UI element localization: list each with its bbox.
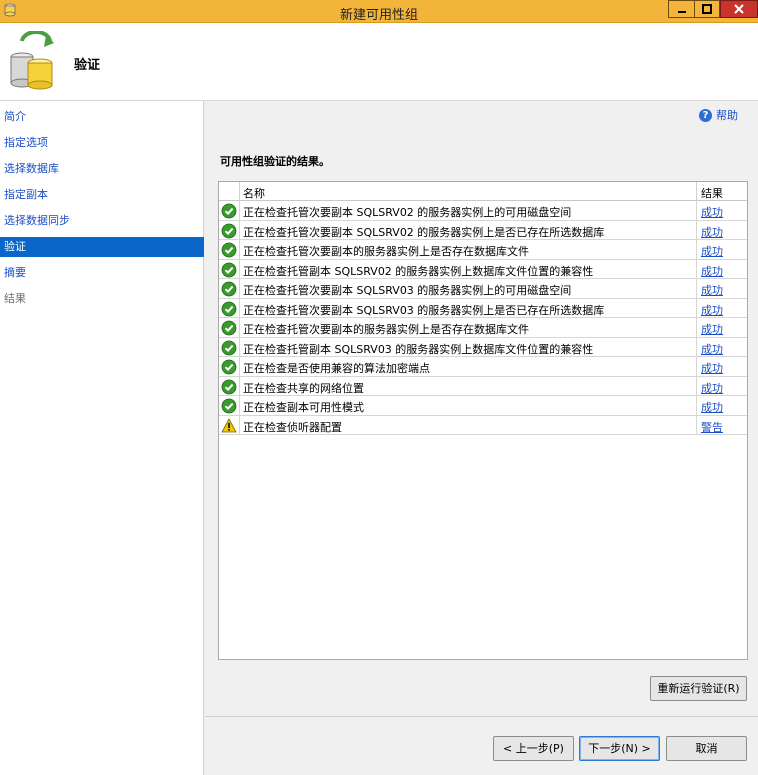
column-header-name[interactable]: 名称 (243, 185, 265, 201)
table-row[interactable]: 正在检查侦听器配置 警告 (219, 415, 747, 435)
check-name: 正在检查托管次要副本 SQLSRV03 的服务器实例上是否已存在所选数据库 (243, 303, 605, 317)
check-name: 正在检查托管次要副本 SQLSRV02 的服务器实例上的可用磁盘空间 (243, 206, 572, 219)
sidebar-item-validation[interactable]: 验证 (0, 237, 204, 257)
check-name: 正在检查托管次要副本 SQLSRV02 的服务器实例上是否已存在所选数据库 (243, 225, 605, 239)
title-bar: 新建可用性组 (0, 0, 758, 23)
result-link[interactable]: 成功 (701, 380, 723, 396)
result-link[interactable]: 成功 (701, 263, 723, 279)
grid-header: 名称 结果 (219, 182, 747, 201)
main-panel: ? 帮助 可用性组验证的结果。 名称 结果 正在检查托管次要副本 SQLSRV0… (205, 101, 758, 775)
column-header-result[interactable]: 结果 (701, 185, 723, 201)
check-name: 正在检查副本可用性模式 (243, 401, 364, 414)
table-row[interactable]: 正在检查托管次要副本 SQLSRV02 的服务器实例上的可用磁盘空间 成功 (219, 201, 747, 221)
check-circle-icon (221, 281, 237, 297)
check-name: 正在检查托管副本 SQLSRV03 的服务器实例上数据库文件位置的兼容性 (243, 342, 594, 356)
table-row[interactable]: 正在检查托管副本 SQLSRV02 的服务器实例上数据库文件位置的兼容性 成功 (219, 259, 747, 279)
database-sync-icon (10, 31, 54, 90)
next-button[interactable]: 下一步(N) > (579, 736, 660, 761)
rerun-validation-button[interactable]: 重新运行验证(R) (650, 676, 747, 701)
wizard-sidebar: 简介 指定选项 选择数据库 指定副本 选择数据同步 验证 摘要 结果 (0, 101, 204, 775)
close-button[interactable] (720, 0, 758, 18)
help-circle-icon: ? (699, 108, 712, 122)
result-link[interactable]: 成功 (701, 204, 723, 220)
result-link[interactable]: 成功 (701, 224, 723, 240)
sidebar-item-results: 结果 (4, 292, 26, 305)
page-title: 验证 (74, 58, 101, 73)
check-circle-icon (221, 320, 237, 336)
result-link[interactable]: 成功 (701, 302, 723, 318)
help-link[interactable]: ? 帮助 (699, 107, 738, 123)
minimize-icon (677, 11, 686, 13)
check-circle-icon (221, 262, 237, 277)
table-row[interactable]: 正在检查托管次要副本 SQLSRV03 的服务器实例上的可用磁盘空间 成功 (219, 279, 747, 299)
check-name: 正在检查共享的网络位置 (243, 381, 364, 395)
cancel-button[interactable]: 取消 (666, 736, 747, 761)
result-link[interactable]: 成功 (701, 321, 723, 337)
check-circle-icon (221, 379, 237, 394)
check-circle-icon (221, 242, 237, 258)
check-circle-icon (221, 203, 237, 219)
check-circle-icon (221, 223, 237, 238)
window-title: 新建可用性组 (339, 8, 418, 23)
sidebar-item-specify-replicas[interactable]: 指定副本 (0, 185, 204, 205)
result-link[interactable]: 成功 (701, 360, 723, 376)
maximize-icon (702, 4, 712, 14)
close-icon (734, 4, 744, 14)
check-circle-icon (221, 359, 237, 375)
result-link[interactable]: 成功 (701, 282, 723, 298)
sidebar-item-intro[interactable]: 简介 (0, 107, 204, 127)
check-name: 正在检查是否使用兼容的算法加密端点 (243, 362, 430, 375)
result-link[interactable]: 警告 (701, 419, 723, 435)
table-row[interactable]: 正在检查托管副本 SQLSRV03 的服务器实例上数据库文件位置的兼容性 成功 (219, 337, 747, 357)
warning-triangle-icon (221, 417, 237, 432)
result-link[interactable]: 成功 (701, 399, 723, 415)
previous-button[interactable]: < 上一步(P) (493, 736, 574, 761)
wizard-header: 验证 (0, 23, 758, 101)
table-row[interactable]: 正在检查托管次要副本 SQLSRV02 的服务器实例上是否已存在所选数据库 成功 (219, 220, 747, 240)
table-row[interactable]: 正在检查托管次要副本 SQLSRV03 的服务器实例上是否已存在所选数据库 成功 (219, 298, 747, 318)
result-link[interactable]: 成功 (701, 341, 723, 357)
table-row[interactable]: 正在检查是否使用兼容的算法加密端点 成功 (219, 357, 747, 377)
check-name: 正在检查托管次要副本的服务器实例上是否存在数据库文件 (243, 323, 529, 336)
help-label: 帮助 (716, 109, 738, 122)
result-link[interactable]: 成功 (701, 243, 723, 259)
results-heading: 可用性组验证的结果。 (220, 155, 330, 168)
sidebar-item-summary[interactable]: 摘要 (0, 263, 204, 283)
check-name: 正在检查托管次要副本的服务器实例上是否存在数据库文件 (243, 245, 529, 258)
minimize-button[interactable] (668, 0, 694, 18)
table-row[interactable]: 正在检查托管次要副本的服务器实例上是否存在数据库文件 成功 (219, 318, 747, 338)
maximize-button[interactable] (694, 0, 720, 18)
sidebar-item-data-sync[interactable]: 选择数据同步 (0, 211, 204, 231)
table-row[interactable]: 正在检查副本可用性模式 成功 (219, 396, 747, 416)
validation-results-grid: 名称 结果 正在检查托管次要副本 SQLSRV02 的服务器实例上的可用磁盘空间… (218, 181, 748, 660)
sidebar-item-select-databases[interactable]: 选择数据库 (0, 159, 204, 179)
table-row[interactable]: 正在检查共享的网络位置 成功 (219, 376, 747, 396)
check-name: 正在检查托管副本 SQLSRV02 的服务器实例上数据库文件位置的兼容性 (243, 264, 594, 278)
table-row[interactable]: 正在检查托管次要副本的服务器实例上是否存在数据库文件 成功 (219, 240, 747, 260)
footer-divider (205, 716, 758, 717)
check-circle-icon (221, 398, 237, 414)
check-name: 正在检查托管次要副本 SQLSRV03 的服务器实例上的可用磁盘空间 (243, 284, 572, 297)
sidebar-item-specify-options[interactable]: 指定选项 (0, 133, 204, 153)
check-name: 正在检查侦听器配置 (243, 420, 342, 434)
check-circle-icon (221, 340, 237, 355)
check-circle-icon (221, 301, 237, 316)
